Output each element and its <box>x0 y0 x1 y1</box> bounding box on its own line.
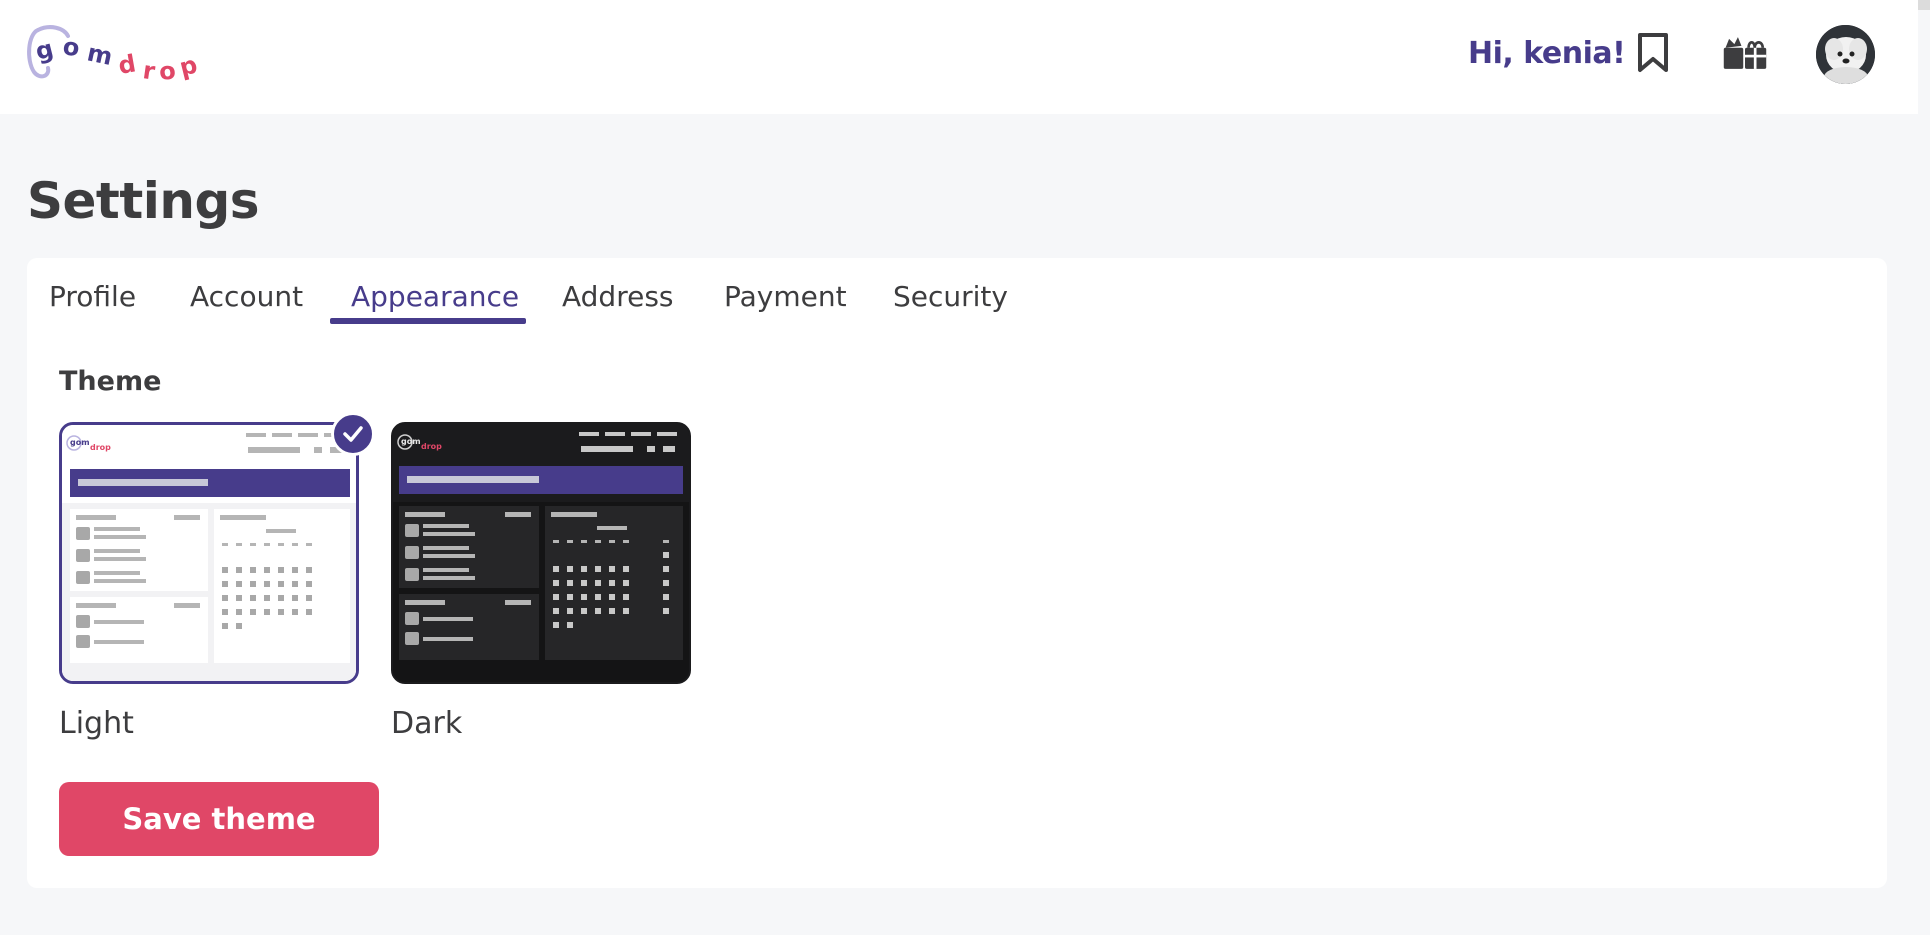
svg-text:drop: drop <box>90 443 111 452</box>
gomdrop-logo[interactable]: g o m d r o p <box>24 20 214 90</box>
light-theme-preview: gom drop <box>62 425 356 681</box>
tab-account[interactable]: Account <box>190 280 303 313</box>
theme-name-light: Light <box>59 706 134 741</box>
top-header: g o m d r o p Hi, kenia! <box>0 0 1918 114</box>
user-avatar[interactable] <box>1816 25 1875 84</box>
bookmark-icon[interactable] <box>1630 30 1676 76</box>
gift-icon[interactable] <box>1722 30 1768 76</box>
settings-card: Profile Account Appearance Address Payme… <box>27 258 1887 888</box>
active-tab-indicator <box>330 318 526 324</box>
page-title: Settings <box>27 172 260 230</box>
tab-profile[interactable]: Profile <box>49 280 136 313</box>
selected-check-icon <box>331 412 375 456</box>
svg-text:gom: gom <box>401 437 421 446</box>
svg-text:d: d <box>116 49 138 80</box>
user-greeting: Hi, kenia! <box>1468 36 1626 71</box>
svg-text:o: o <box>158 56 177 86</box>
tab-payment[interactable]: Payment <box>724 280 847 313</box>
settings-tabs: Profile Account Appearance Address Payme… <box>27 258 1227 328</box>
theme-name-dark: Dark <box>391 706 463 741</box>
tab-address[interactable]: Address <box>562 280 674 313</box>
svg-text:m: m <box>85 38 115 71</box>
dark-theme-preview: gom drop <box>393 424 689 682</box>
theme-option-light[interactable]: gom drop <box>59 422 359 684</box>
svg-text:g: g <box>33 34 56 65</box>
svg-text:o: o <box>61 32 81 62</box>
svg-text:r: r <box>141 56 157 85</box>
save-theme-button[interactable]: Save theme <box>59 782 379 856</box>
page-scrollbar[interactable] <box>1918 0 1930 935</box>
tab-security[interactable]: Security <box>893 280 1008 313</box>
svg-text:drop: drop <box>421 442 442 451</box>
theme-section-label: Theme <box>59 366 162 397</box>
svg-text:p: p <box>177 50 200 81</box>
theme-option-dark[interactable]: gom drop <box>391 422 691 684</box>
tab-appearance[interactable]: Appearance <box>351 280 519 313</box>
svg-text:gom: gom <box>70 438 90 447</box>
